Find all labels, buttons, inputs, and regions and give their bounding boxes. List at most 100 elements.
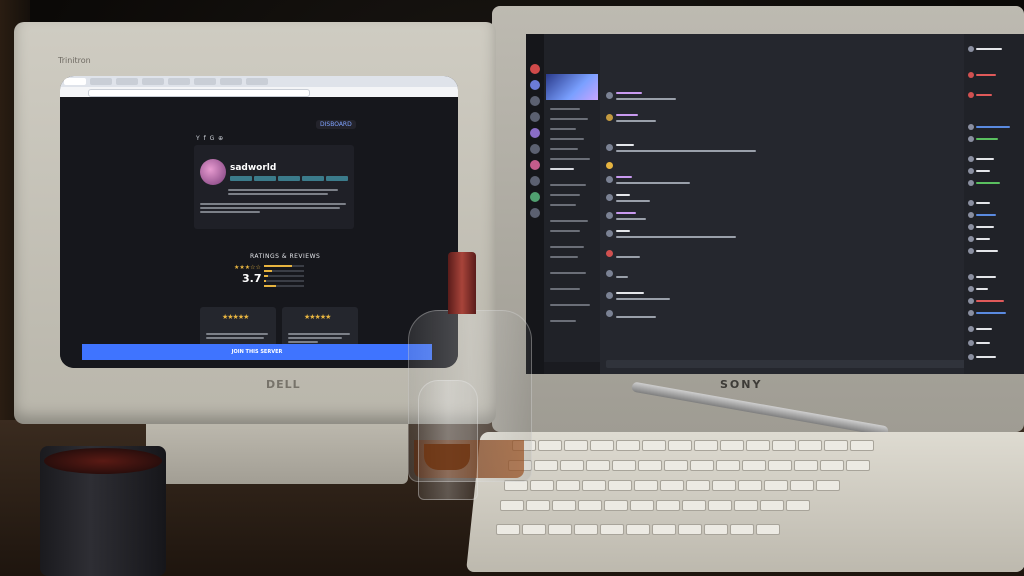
keyboard-key[interactable]: [634, 480, 658, 491]
keyboard-key[interactable]: [708, 500, 732, 511]
keyboard-key[interactable]: [642, 440, 666, 451]
keyboard-key[interactable]: [626, 524, 650, 535]
browser-tab[interactable]: [90, 78, 112, 85]
keyboard-key[interactable]: [660, 480, 684, 491]
channel-item[interactable]: [550, 158, 590, 160]
channel-item[interactable]: [550, 194, 580, 196]
channel-item[interactable]: [550, 246, 584, 248]
keyboard-key[interactable]: [564, 440, 588, 451]
avatar[interactable]: [606, 176, 613, 183]
keyboard-key[interactable]: [690, 460, 714, 471]
member-name[interactable]: [976, 328, 992, 330]
channel-item[interactable]: [550, 320, 576, 322]
keyboard-key[interactable]: [538, 440, 562, 451]
keyboard-key[interactable]: [790, 480, 814, 491]
member-avatar[interactable]: [968, 224, 974, 230]
keyboard-key[interactable]: [786, 500, 810, 511]
member-avatar[interactable]: [968, 212, 974, 218]
keyboard-key[interactable]: [500, 500, 524, 511]
message-author[interactable]: [616, 194, 630, 196]
member-avatar[interactable]: [968, 180, 974, 186]
keyboard-key[interactable]: [704, 524, 728, 535]
message-author[interactable]: [616, 212, 636, 214]
tag-badge[interactable]: [254, 176, 276, 181]
channel-item[interactable]: [550, 138, 584, 140]
message-author[interactable]: [616, 292, 644, 294]
keyboard-key[interactable]: [850, 440, 874, 451]
member-avatar[interactable]: [968, 156, 974, 162]
member-avatar[interactable]: [968, 326, 974, 332]
channel-item[interactable]: [550, 304, 590, 306]
keyboard-key[interactable]: [656, 500, 680, 511]
message-author[interactable]: [616, 176, 632, 178]
channel-item[interactable]: [550, 184, 586, 186]
tag-badge[interactable]: [302, 176, 324, 181]
message-composer-input[interactable]: [606, 360, 980, 368]
keyboard-key[interactable]: [846, 460, 870, 471]
avatar[interactable]: [606, 310, 613, 317]
member-name[interactable]: [976, 158, 994, 160]
keyboard-key[interactable]: [678, 524, 702, 535]
address-bar[interactable]: [88, 89, 310, 97]
member-name[interactable]: [976, 276, 996, 278]
browser-tab[interactable]: [168, 78, 190, 85]
keyboard-key[interactable]: [742, 460, 766, 471]
keyboard-key[interactable]: [526, 500, 550, 511]
disboard-logo[interactable]: DISBOARD: [316, 120, 356, 129]
social-icons[interactable]: Y f G ⊕: [196, 135, 224, 142]
member-name[interactable]: [976, 214, 996, 216]
member-name[interactable]: [976, 342, 990, 344]
server-icon[interactable]: [530, 112, 540, 122]
member-avatar[interactable]: [968, 168, 974, 174]
keyboard-key[interactable]: [664, 460, 688, 471]
message-author[interactable]: [616, 230, 630, 232]
keyboard-key[interactable]: [578, 500, 602, 511]
channel-item[interactable]: [550, 288, 580, 290]
avatar[interactable]: [606, 230, 613, 237]
keyboard-key[interactable]: [794, 460, 818, 471]
member-avatar[interactable]: [968, 200, 974, 206]
member-avatar[interactable]: [968, 286, 974, 292]
member-name[interactable]: [976, 126, 1010, 128]
server-icon[interactable]: [530, 64, 540, 74]
channel-item[interactable]: [550, 220, 588, 222]
member-name[interactable]: [976, 250, 998, 252]
keyboard-key[interactable]: [630, 500, 654, 511]
keyboard-key[interactable]: [746, 440, 770, 451]
channel-item[interactable]: [550, 108, 580, 110]
keyboard-key[interactable]: [652, 524, 676, 535]
keyboard-key[interactable]: [716, 460, 740, 471]
channel-item[interactable]: [550, 256, 578, 258]
browser-tab[interactable]: [220, 78, 242, 85]
message-author[interactable]: [616, 144, 634, 146]
avatar[interactable]: [606, 114, 613, 121]
keyboard-key[interactable]: [608, 480, 632, 491]
keyboard-key[interactable]: [682, 500, 706, 511]
member-avatar[interactable]: [968, 354, 974, 360]
keyboard-key[interactable]: [816, 480, 840, 491]
keyboard-key[interactable]: [738, 480, 762, 491]
member-name[interactable]: [976, 288, 988, 290]
avatar[interactable]: [606, 92, 613, 99]
keyboard-key[interactable]: [552, 500, 576, 511]
tag-badge[interactable]: [326, 176, 348, 181]
avatar[interactable]: [606, 250, 613, 257]
keyboard-key[interactable]: [694, 440, 718, 451]
member-name[interactable]: [976, 300, 1004, 302]
avatar[interactable]: [606, 292, 613, 299]
join-server-button[interactable]: JOIN THIS SERVER: [82, 344, 432, 360]
member-avatar[interactable]: [968, 124, 974, 130]
keyboard-key[interactable]: [616, 440, 640, 451]
member-name[interactable]: [976, 238, 990, 240]
member-avatar[interactable]: [968, 298, 974, 304]
member-avatar[interactable]: [968, 92, 974, 98]
server-icon[interactable]: [530, 96, 540, 106]
keyboard-key[interactable]: [582, 480, 606, 491]
member-avatar[interactable]: [968, 310, 974, 316]
keyboard-key[interactable]: [586, 460, 610, 471]
member-name[interactable]: [976, 226, 994, 228]
keyboard-key[interactable]: [824, 440, 848, 451]
member-avatar[interactable]: [968, 340, 974, 346]
keyboard-key[interactable]: [548, 524, 572, 535]
server-icon[interactable]: [530, 80, 540, 90]
